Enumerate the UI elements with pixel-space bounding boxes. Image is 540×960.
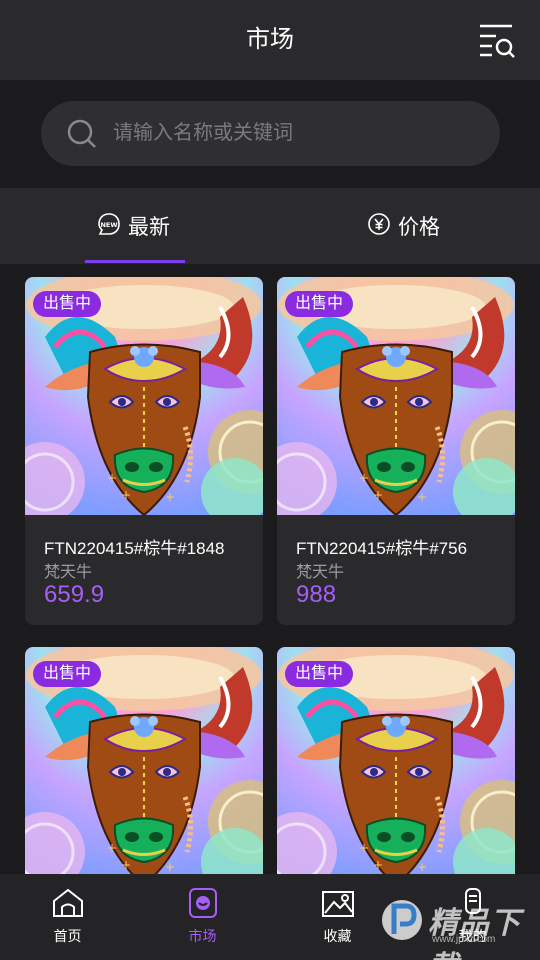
sort-tabs: NEW 最新 价格: [0, 188, 540, 264]
nav-market-label: 市场: [188, 928, 217, 944]
nav-home[interactable]: 首页: [0, 874, 135, 960]
tab-latest-label: 最新: [128, 216, 170, 239]
nft-card[interactable]: 出售中 FTN220415#棕牛#1848 梵天牛 659.9: [25, 277, 263, 625]
nft-creator: 梵天牛: [44, 564, 93, 581]
search-area: [0, 80, 540, 188]
nft-image: 出售中: [277, 277, 515, 515]
top-app-bar: 市场: [0, 0, 540, 80]
nft-price: 659.9: [44, 581, 105, 608]
search-icon: [67, 119, 97, 149]
nav-home-label: 首页: [53, 928, 82, 944]
nft-card[interactable]: 出售中: [25, 647, 263, 874]
nft-title: FTN220415#棕牛#1848: [44, 539, 225, 558]
nft-price: 988: [296, 581, 337, 608]
active-tab-indicator: [85, 260, 185, 263]
list-search-icon[interactable]: [478, 22, 516, 58]
yuan-circle-icon: [368, 212, 390, 240]
tab-price[interactable]: 价格: [368, 188, 440, 264]
nft-card[interactable]: 出售中 FTN220415#棕牛#756 梵天牛 988: [277, 277, 515, 625]
tab-latest[interactable]: NEW 最新: [98, 188, 170, 264]
svg-text:NEW: NEW: [100, 221, 117, 229]
nft-creator: 梵天牛: [296, 564, 345, 581]
home-icon: [51, 888, 85, 918]
nft-image: 出售中: [25, 277, 263, 515]
status-badge: 出售中: [33, 661, 102, 687]
watermark-url: www.jpxz.com: [432, 934, 496, 945]
page-title: 市场: [246, 26, 294, 53]
nft-image: 出售中: [277, 647, 515, 874]
status-badge: 出售中: [33, 291, 102, 317]
nav-market[interactable]: 市场: [135, 874, 270, 960]
new-badge-icon: NEW: [98, 212, 120, 240]
nft-grid: 出售中 FTN220415#棕牛#1848 梵天牛 659.9 出售中 FTN2…: [0, 264, 540, 874]
nft-card[interactable]: 出售中: [277, 647, 515, 874]
market-icon: [186, 888, 220, 918]
tab-price-label: 价格: [398, 216, 440, 239]
site-watermark: 精品下载 www.jpxz.com: [380, 884, 540, 960]
image-collection-icon: [321, 888, 355, 918]
status-badge: 出售中: [285, 291, 354, 317]
search-input[interactable]: [113, 101, 483, 166]
nft-title: FTN220415#棕牛#756: [296, 539, 468, 558]
watermark-text: 精品下载: [428, 907, 521, 960]
nft-image: 出售中: [25, 647, 263, 874]
search-box[interactable]: [41, 101, 500, 166]
status-badge: 出售中: [285, 661, 354, 687]
